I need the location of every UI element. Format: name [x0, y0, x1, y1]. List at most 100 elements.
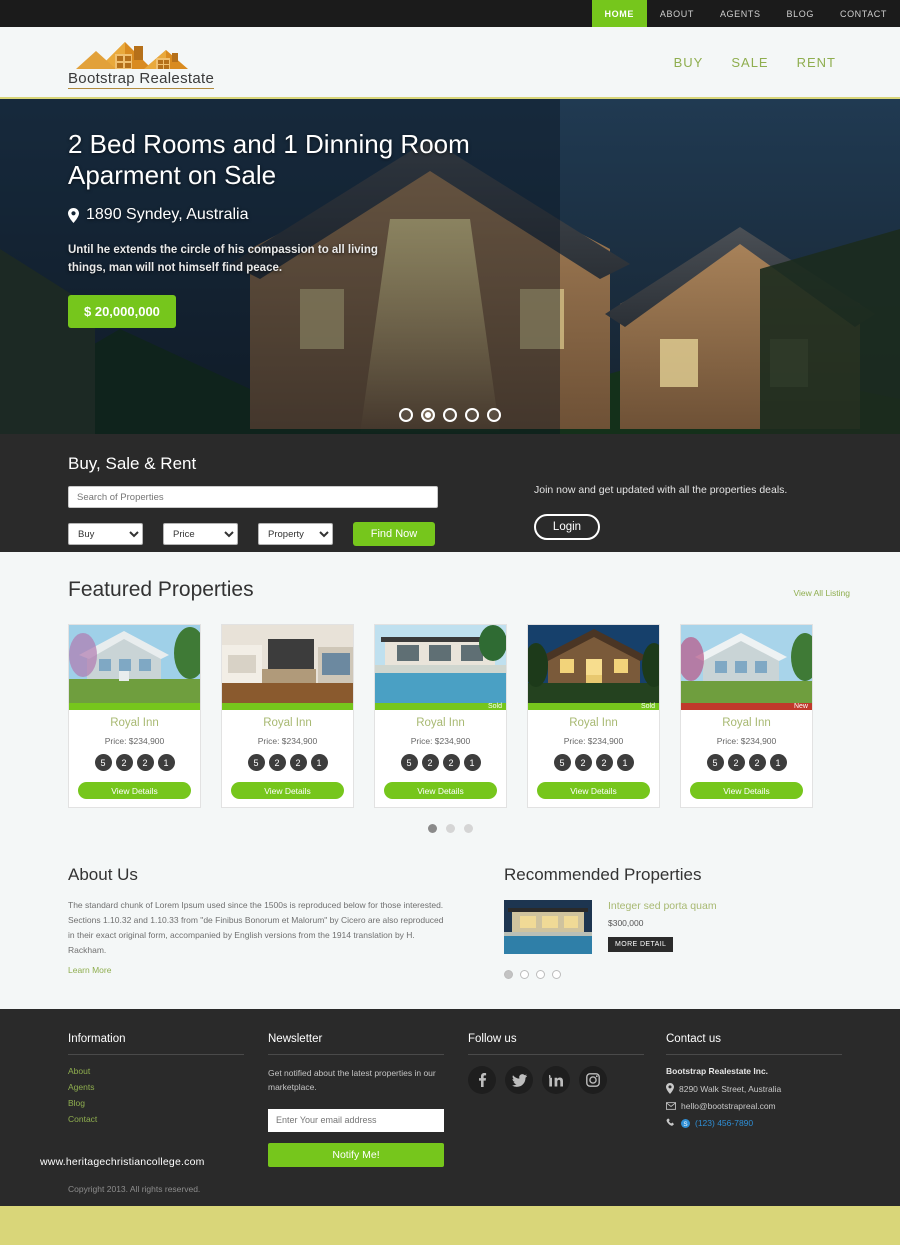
property-status-bar [222, 703, 353, 710]
recommended-dot-1[interactable] [504, 970, 513, 979]
spec-badge: 2 [421, 754, 439, 771]
about-us-block: About Us The standard chunk of Lorem Ips… [68, 865, 448, 979]
property-card[interactable]: Sold Royal Inn Price: $234,900 5 2 2 1 V… [527, 624, 660, 808]
property-thumbnail [69, 625, 200, 703]
topnav-item-contact[interactable]: CONTACT [827, 0, 900, 27]
facebook-icon[interactable] [468, 1066, 496, 1094]
top-utility-bar: HOME ABOUT AGENTS BLOG CONTACT [0, 0, 900, 27]
footer-divider [468, 1054, 644, 1055]
search-input[interactable] [68, 486, 438, 508]
view-details-button[interactable]: View Details [231, 782, 344, 799]
footer-link-about[interactable]: About [68, 1066, 244, 1076]
featured-properties-section: Featured Properties View All Listing Roy… [0, 552, 900, 839]
linkedin-icon[interactable] [542, 1066, 570, 1094]
featured-dot-1[interactable] [427, 824, 437, 833]
property-price: Price: $234,900 [257, 736, 318, 746]
property-name: Royal Inn [569, 717, 618, 729]
property-card[interactable]: Royal Inn Price: $234,900 5 2 2 1 View D… [221, 624, 354, 808]
about-body: The standard chunk of Lorem Ipsum used s… [68, 900, 444, 955]
mainnav-item-buy[interactable]: BUY [674, 55, 704, 70]
topnav-item-blog[interactable]: BLOG [774, 0, 827, 27]
main-navigation: BUY SALE RENT [674, 55, 878, 70]
notify-me-button[interactable]: Notify Me! [268, 1142, 444, 1167]
spec-badge: 2 [442, 754, 460, 771]
property-spec-badges: 5 2 2 1 [681, 754, 812, 771]
recommended-dot-3[interactable] [536, 970, 545, 979]
recommended-item[interactable]: Integer sed porta quam $300,000 MORE DET… [504, 900, 878, 954]
filter-property-select[interactable]: Property [258, 523, 333, 545]
contact-address: 8290 Walk Street, Australia [679, 1083, 782, 1094]
recommended-item-price: $300,000 [608, 918, 644, 928]
hero-carousel: 2 Bed Rooms and 1 Dinning Room Aparment … [0, 99, 900, 434]
filter-type-select[interactable]: Buy [68, 523, 143, 545]
site-footer: Information About Agents Blog Contact Ne… [0, 1009, 900, 1206]
property-status-bar: New [681, 703, 812, 710]
view-details-button[interactable]: View Details [537, 782, 650, 799]
property-card-list: Royal Inn Price: $234,900 5 2 2 1 View D… [68, 624, 878, 808]
mainnav-item-rent[interactable]: RENT [797, 55, 836, 70]
contact-phone: (123) 456-7890 [695, 1118, 754, 1128]
topnav-item-agents[interactable]: AGENTS [707, 0, 774, 27]
topnav-item-about[interactable]: ABOUT [647, 0, 707, 27]
instagram-icon[interactable] [579, 1066, 607, 1094]
find-now-button[interactable]: Find Now [353, 522, 435, 546]
pool-villa-photo [504, 900, 592, 954]
spec-badge: 5 [94, 754, 112, 771]
spec-badge: 5 [400, 754, 418, 771]
property-status-tag: Sold [487, 703, 502, 710]
hero-location: 1890 Syndey, Australia [68, 206, 498, 224]
site-logo[interactable]: Bootstrap Realestate [68, 36, 215, 89]
topnav-item-home[interactable]: HOME [591, 0, 647, 27]
spec-badge: 1 [769, 754, 787, 771]
featured-dot-2[interactable] [445, 824, 455, 833]
twitter-icon[interactable] [505, 1066, 533, 1094]
view-all-listing-link[interactable]: View All Listing [793, 588, 878, 598]
footer-link-blog[interactable]: Blog [68, 1098, 244, 1108]
more-detail-button[interactable]: MORE DETAIL [608, 937, 674, 952]
hero-dot-2[interactable] [421, 408, 435, 422]
newsletter-email-input[interactable] [268, 1108, 444, 1132]
contact-email: hello@bootstrapreal.com [681, 1101, 776, 1111]
property-card[interactable]: New Royal Inn Price: $234,900 5 2 2 1 Vi… [680, 624, 813, 808]
hero-dot-4[interactable] [465, 408, 479, 422]
hero-description: Until he extends the circle of his compa… [68, 244, 378, 274]
hero-dot-3[interactable] [443, 408, 457, 422]
phone-icon [666, 1118, 674, 1126]
view-details-button[interactable]: View Details [384, 782, 497, 799]
night-house-photo-4 [528, 625, 659, 703]
property-card[interactable]: Sold Royal Inn Price: $234,900 5 2 2 1 V… [374, 624, 507, 808]
recommended-dot-2[interactable] [520, 970, 529, 979]
spec-badge: 2 [268, 754, 286, 771]
hero-carousel-dots [0, 408, 900, 422]
recommended-dot-4[interactable] [552, 970, 561, 979]
watermark-text: www.heritagechristiancollege.com [40, 1156, 205, 1168]
property-name: Royal Inn [263, 717, 312, 729]
footer-link-contact[interactable]: Contact [68, 1114, 244, 1124]
contact-email-row[interactable]: hello@bootstrapreal.com [666, 1101, 854, 1111]
logo-text: Bootstrap Realestate [68, 69, 215, 89]
hero-copy: 2 Bed Rooms and 1 Dinning Room Aparment … [68, 129, 498, 328]
hero-price-badge: $ 20,000,000 [68, 294, 176, 328]
footer-newsletter-column: Newsletter Get notified about the latest… [268, 1033, 468, 1206]
view-details-button[interactable]: View Details [78, 782, 191, 799]
hero-dot-5[interactable] [487, 408, 501, 422]
learn-more-link[interactable]: Learn More [68, 965, 111, 975]
property-search-band: Buy, Sale & Rent Buy Price Property Find… [0, 434, 900, 552]
footer-link-agents[interactable]: Agents [68, 1082, 244, 1092]
featured-dot-3[interactable] [463, 824, 473, 833]
recommended-properties-block: Recommended Properties Integer sed porta… [504, 865, 878, 979]
svg-text:S: S [683, 1120, 687, 1127]
hero-dot-1[interactable] [399, 408, 413, 422]
pool-house-photo-3 [375, 625, 506, 703]
house-photo-1 [69, 625, 200, 703]
hero-location-text: 1890 Syndey, Australia [86, 206, 249, 224]
filter-price-select[interactable]: Price [163, 523, 238, 545]
spec-badge: 2 [115, 754, 133, 771]
contact-phone-row[interactable]: S (123) 456-7890 [666, 1118, 854, 1128]
login-button[interactable]: Login [534, 514, 600, 540]
property-name: Royal Inn [110, 717, 159, 729]
view-details-button[interactable]: View Details [690, 782, 803, 799]
recommended-title: Recommended Properties [504, 865, 702, 884]
mainnav-item-sale[interactable]: SALE [731, 55, 768, 70]
property-card[interactable]: Royal Inn Price: $234,900 5 2 2 1 View D… [68, 624, 201, 808]
